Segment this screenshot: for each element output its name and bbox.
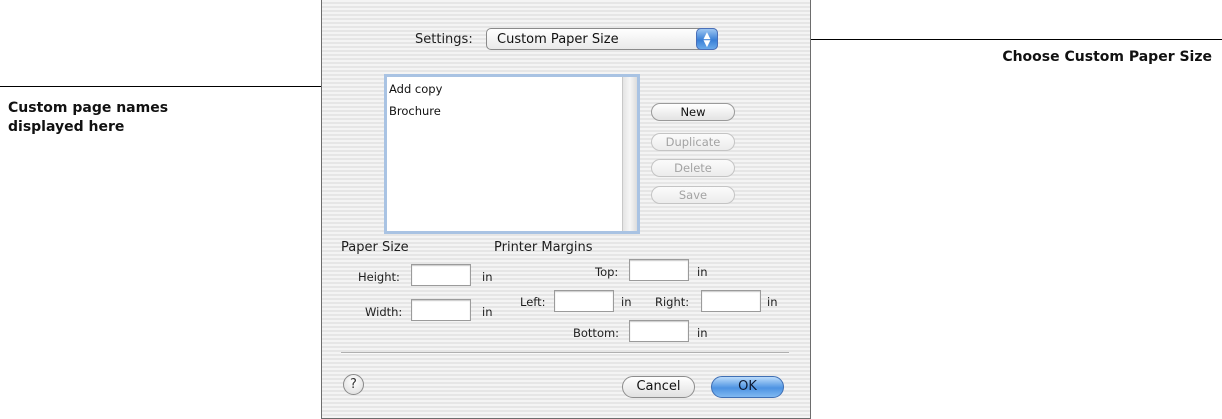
duplicate-button[interactable]: Duplicate	[651, 133, 735, 151]
ok-button[interactable]: OK	[711, 376, 784, 398]
delete-button[interactable]: Delete	[651, 159, 735, 177]
list-item[interactable]: Brochure	[389, 104, 441, 118]
height-label: Height:	[358, 270, 400, 284]
bottom-margin-label: Bottom:	[573, 326, 620, 340]
right-margin-field[interactable]	[701, 290, 761, 312]
popup-arrows-icon: ▲ ▼	[696, 28, 718, 50]
new-button[interactable]: New	[651, 103, 735, 121]
left-margin-label: Left:	[520, 295, 546, 309]
right-margin-label: Right:	[655, 295, 690, 309]
callout-choose-custom-paper-size: Choose Custom Paper Size	[1002, 49, 1212, 65]
bottom-margin-unit: in	[697, 326, 708, 340]
help-icon[interactable]: ?	[343, 374, 364, 395]
list-item[interactable]: Add copy	[389, 82, 442, 96]
save-button[interactable]: Save	[651, 186, 735, 204]
cancel-button[interactable]: Cancel	[622, 376, 695, 398]
callout-custom-page-names-line1: Custom page names	[8, 100, 169, 116]
left-margin-field[interactable]	[554, 290, 614, 312]
custom-page-list[interactable]: Add copy Brochure	[384, 74, 640, 234]
top-margin-label: Top:	[595, 265, 619, 279]
list-scrollbar[interactable]	[622, 77, 637, 231]
settings-popup-value: Custom Paper Size	[497, 32, 619, 47]
width-unit: in	[482, 305, 493, 319]
callout-custom-page-names: Custom page names displayed here	[8, 99, 168, 137]
printer-margins-heading: Printer Margins	[494, 240, 593, 255]
left-margin-unit: in	[621, 295, 632, 309]
bottom-margin-field[interactable]	[629, 320, 689, 342]
right-margin-unit: in	[767, 295, 778, 309]
width-label: Width:	[365, 305, 403, 319]
height-unit: in	[482, 270, 493, 284]
width-field[interactable]	[411, 299, 471, 321]
callout-custom-page-names-line2: displayed here	[8, 119, 125, 135]
settings-popup[interactable]: Custom Paper Size ▲ ▼	[486, 28, 718, 50]
settings-label: Settings:	[415, 32, 473, 47]
top-margin-field[interactable]	[629, 259, 689, 281]
top-margin-unit: in	[697, 265, 708, 279]
paper-size-heading: Paper Size	[341, 240, 409, 255]
height-field[interactable]	[411, 264, 471, 286]
footer-separator	[341, 352, 789, 354]
